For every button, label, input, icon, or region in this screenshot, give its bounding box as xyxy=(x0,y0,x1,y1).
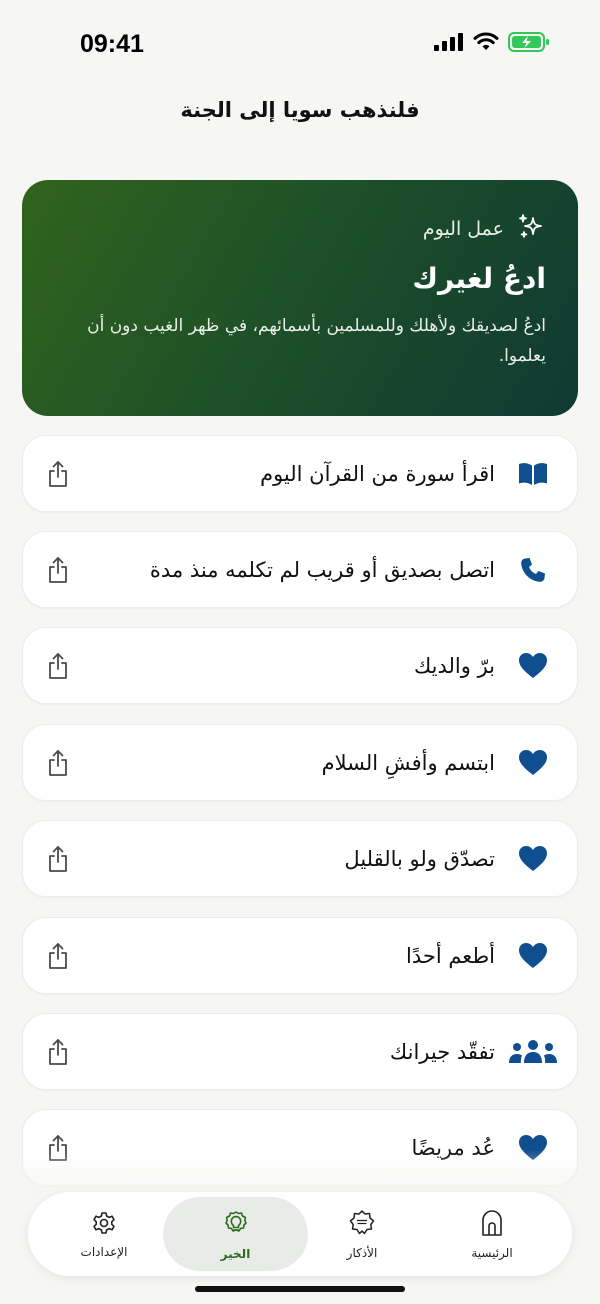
page-title: فلنذهب سويا إلى الجنة xyxy=(180,98,420,122)
phone-icon xyxy=(515,552,551,588)
deed-label: أطعم أحدًا xyxy=(405,943,495,968)
signal-icon xyxy=(434,33,464,55)
deed-label: تفقّد جيرانك xyxy=(389,1039,495,1064)
gear-icon xyxy=(91,1210,117,1239)
share-icon[interactable] xyxy=(43,940,73,972)
deed-label: برّ والديك xyxy=(413,653,495,678)
deed-item[interactable]: اتصل بصديق أو قريب لم تكلمه منذ مدة xyxy=(22,531,578,608)
tab-home[interactable]: الرئيسية xyxy=(424,1197,560,1271)
share-icon[interactable] xyxy=(43,1036,73,1068)
featured-description: ادعُ لصديقك ولأهلك وللمسلمين بأسمائهم، ف… xyxy=(87,316,546,366)
featured-title: ادعُ لغيرك xyxy=(412,262,546,295)
share-icon[interactable] xyxy=(43,458,73,490)
tab-home-label: الرئيسية xyxy=(471,1245,513,1260)
lightbulb-icon xyxy=(221,1208,251,1241)
deed-item[interactable]: تفقّد جيرانك xyxy=(22,1013,578,1090)
deed-label: تصدّق ولو بالقليل xyxy=(344,846,495,871)
share-icon[interactable] xyxy=(43,650,73,682)
share-icon[interactable] xyxy=(43,747,73,779)
dhikr-icon xyxy=(348,1209,376,1240)
deed-item[interactable]: ابتسم وأفشِ السلام xyxy=(22,724,578,801)
tab-adhkar[interactable]: الأذكار xyxy=(294,1197,430,1271)
tab-good-deeds-label: الخير xyxy=(220,1246,251,1261)
featured-kicker: عمل اليوم xyxy=(422,218,504,240)
status-time: 09:41 xyxy=(80,30,144,58)
deed-label: اقرأ سورة من القرآن اليوم xyxy=(260,461,495,486)
share-icon[interactable] xyxy=(43,554,73,586)
battery-icon xyxy=(508,32,550,56)
deed-label: ابتسم وأفشِ السلام xyxy=(321,750,495,775)
heart-icon xyxy=(515,938,551,974)
deed-label: اتصل بصديق أو قريب لم تكلمه منذ مدة xyxy=(149,557,495,582)
deed-item[interactable]: برّ والديك xyxy=(22,627,578,704)
tab-bar: الإعدادات الخير الأذكار الرئيسية xyxy=(28,1192,572,1276)
tab-adhkar-label: الأذكار xyxy=(346,1245,378,1260)
tab-settings-label: الإعدادات xyxy=(80,1244,128,1259)
people-icon xyxy=(507,1034,559,1070)
book-icon xyxy=(515,456,551,492)
heart-icon xyxy=(515,841,551,877)
home-icon xyxy=(480,1209,504,1240)
heart-icon xyxy=(515,648,551,684)
deed-item[interactable]: اقرأ سورة من القرآن اليوم xyxy=(22,435,578,512)
tab-settings[interactable]: الإعدادات xyxy=(36,1197,172,1271)
status-bar: 09:41 xyxy=(0,0,600,90)
heart-icon xyxy=(515,745,551,781)
deed-of-the-day-card[interactable]: عمل اليوم ادعُ لغيرك ادعُ لصديقك ولأهلك … xyxy=(22,180,578,416)
sparkles-icon xyxy=(516,212,546,246)
deed-item[interactable]: أطعم أحدًا xyxy=(22,917,578,994)
tab-good-deeds[interactable]: الخير xyxy=(163,1197,308,1271)
status-icons xyxy=(434,32,550,56)
wifi-icon xyxy=(473,32,499,56)
deed-item[interactable]: تصدّق ولو بالقليل xyxy=(22,820,578,897)
share-icon[interactable] xyxy=(43,843,73,875)
home-indicator[interactable] xyxy=(195,1286,405,1292)
